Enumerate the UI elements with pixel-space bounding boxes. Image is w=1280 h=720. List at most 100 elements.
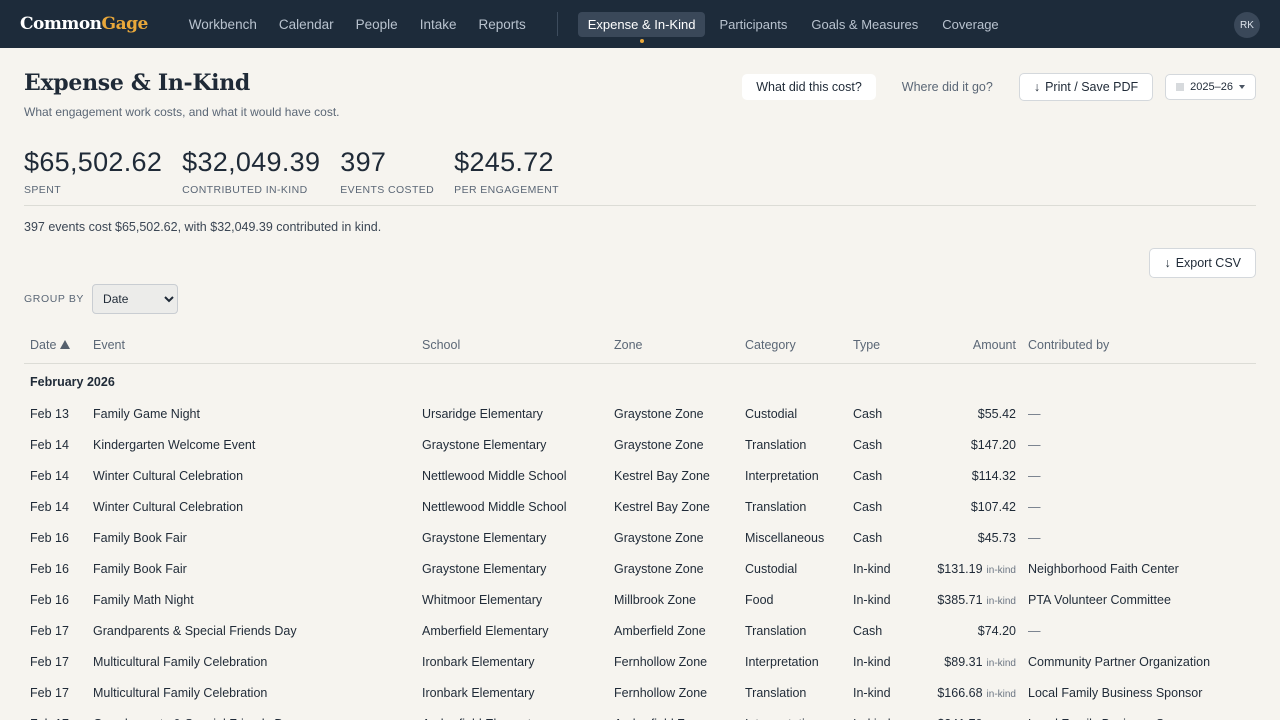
tab-goals-measures[interactable]: Goals & Measures xyxy=(801,12,928,37)
header-actions: What did this cost? Where did it go? ↓ Pr… xyxy=(742,73,1256,101)
column-school[interactable]: School xyxy=(416,328,608,364)
print-button[interactable]: ↓ Print / Save PDF xyxy=(1018,73,1154,101)
table-row[interactable]: Feb 13 Family Game Night Ursaridge Element… xyxy=(24,398,1256,429)
column-type[interactable]: Type xyxy=(847,328,913,364)
cell-category: Food xyxy=(745,592,774,607)
nav-divider xyxy=(556,12,558,36)
page-header: Expense & In-Kind What engagement work c… xyxy=(24,48,1256,148)
cell-amount: $385.71 in-kind xyxy=(913,584,1022,615)
nav-people[interactable]: People xyxy=(345,17,409,32)
nav-intake[interactable]: Intake xyxy=(409,17,468,32)
summary-text: 397 events cost $65,502.62, with $32,049… xyxy=(24,220,382,234)
page-subtitle: What engagement work costs, and what it … xyxy=(24,105,340,119)
cell-amount: $241.79in-kind xyxy=(913,708,1022,720)
table-row[interactable]: Feb 16 Family Book Fair Graystone Elementa… xyxy=(24,553,1256,584)
cell-amount: $114.32 xyxy=(913,460,1022,491)
view-where-toggle[interactable]: Where did it go? xyxy=(888,74,1007,100)
cell-type: Cash xyxy=(853,530,883,545)
nav-workbench[interactable]: Workbench xyxy=(178,17,268,32)
empty-dash: — xyxy=(1028,530,1041,545)
cell-type: In-kind xyxy=(847,708,913,720)
table-row[interactable]: Feb 17 Multicultural Family Celebration Ir… xyxy=(24,677,1256,708)
cell-category: Custodial xyxy=(745,406,798,421)
empty-dash: — xyxy=(1028,406,1041,421)
cell-event: Grandparents & Special Friends Day xyxy=(93,623,297,638)
cell-amount: $74.20 xyxy=(913,615,1022,646)
cell-school: Amberfield Elementary xyxy=(416,708,608,720)
export-csv-button[interactable]: ↓ Export CSV xyxy=(1149,248,1256,278)
stat-value: 397 xyxy=(340,147,387,177)
cell-zone: Fernhollow Zone xyxy=(614,654,708,669)
table-row[interactable]: Feb 14 Winter Cultural Celebration Nettlew… xyxy=(24,491,1256,522)
table-header-row: Date Event School Zone Category Type Amo… xyxy=(24,328,1256,364)
arrow-down-icon: ↓ xyxy=(1033,80,1041,94)
cell-zone: Graystone Zone xyxy=(614,437,704,452)
cell-type: Cash xyxy=(853,437,883,452)
tab-expense-in-kind[interactable]: Expense & In-Kind xyxy=(577,11,706,43)
cell-contributed-by: Neighborhood Faith Center xyxy=(1022,553,1256,584)
cell-amount: $55.42 xyxy=(913,398,1022,429)
arrow-down-icon: ↓ xyxy=(1164,256,1171,270)
tab-coverage[interactable]: Coverage xyxy=(932,12,1008,37)
cell-amount: $45.73 xyxy=(913,522,1022,553)
cell-date: Feb 17 xyxy=(30,623,69,638)
view-cost-toggle[interactable]: What did this cost? xyxy=(742,74,876,100)
table-row[interactable]: Feb 17Grandparents & Special Friends Day… xyxy=(24,708,1256,720)
secondary-nav: Expense & In-Kind Participants Goals & Mea… xyxy=(577,11,1009,43)
group-by-control: GROUP BY Date xyxy=(24,284,1256,314)
cell-date: Feb 13 xyxy=(30,406,69,421)
table-row[interactable]: Feb 16 Family Book Fair Graystone Elementa… xyxy=(24,522,1256,553)
column-zone[interactable]: Zone xyxy=(608,328,739,364)
stat-label: EVENTS COSTED xyxy=(340,184,435,196)
cell-category: Translation xyxy=(745,499,807,514)
page-title: Expense & In-Kind xyxy=(24,70,250,96)
cell-event: Family Book Fair xyxy=(93,561,187,576)
cell-category: Interpretation xyxy=(745,468,819,483)
cell-date: Feb 17 xyxy=(30,654,69,669)
app-logo[interactable]: CommonGage xyxy=(20,14,148,34)
cell-school: Graystone Elementary xyxy=(422,530,547,545)
cell-date: Feb 16 xyxy=(30,530,69,545)
table-row[interactable]: Feb 17 Multicultural Family Celebration Ir… xyxy=(24,646,1256,677)
cell-date: Feb 16 xyxy=(30,561,69,576)
cell-school: Nettlewood Middle School xyxy=(422,499,567,514)
cell-zone: Millbrook Zone xyxy=(614,592,696,607)
page-content: Expense & In-Kind What engagement work c… xyxy=(0,48,1280,720)
cell-amount: $147.20 xyxy=(913,429,1022,460)
table-row[interactable]: Feb 17 Grandparents & Special Friends Day… xyxy=(24,615,1256,646)
cell-date: Feb 14 xyxy=(30,468,69,483)
group-header-row: February 2026 xyxy=(24,363,1256,398)
column-event[interactable]: Event xyxy=(87,328,416,364)
column-category[interactable]: Category xyxy=(739,328,847,364)
column-date-label: Date xyxy=(30,338,57,353)
cell-category: Custodial xyxy=(745,561,798,576)
cell-event: Family Math Night xyxy=(93,592,194,607)
year-select[interactable]: 2025–26 xyxy=(1165,74,1256,100)
cell-school: Whitmoor Elementary xyxy=(422,592,543,607)
empty-dash: — xyxy=(1028,468,1041,483)
cell-type: In-kind xyxy=(853,685,891,700)
nav-reports[interactable]: Reports xyxy=(467,17,536,32)
cell-type: Cash xyxy=(853,499,883,514)
inkind-tag: in-kind xyxy=(986,595,1016,607)
nav-calendar[interactable]: Calendar xyxy=(268,17,345,32)
column-date[interactable]: Date xyxy=(24,328,87,364)
column-amount[interactable]: Amount xyxy=(913,328,1022,364)
contributor-name: Local Family Business Sponsor xyxy=(1028,717,1202,720)
user-avatar[interactable]: RK xyxy=(1234,12,1260,38)
logo-accent: Gage xyxy=(101,14,149,34)
cell-contributed-by: — xyxy=(1022,491,1256,522)
table-row[interactable]: Feb 14 Winter Cultural Celebration Nettlew… xyxy=(24,460,1256,491)
stats-bar: $65,502.62 SPENT $32,049.39 CONTRIBUTED IN-… xyxy=(24,148,1256,206)
expense-table: Date Event School Zone Category Type Amo… xyxy=(24,328,1256,720)
cell-contributed-by: Local Family Business Sponsor xyxy=(1022,677,1256,708)
table-row[interactable]: Feb 16 Family Math Night Whitmoor Elementa… xyxy=(24,584,1256,615)
column-contributed-by[interactable]: Contributed by xyxy=(1022,328,1256,364)
stat-label: PER ENGAGEMENT xyxy=(454,184,559,196)
cell-date: Feb 14 xyxy=(30,499,69,514)
tab-participants[interactable]: Participants xyxy=(709,12,797,37)
cell-zone: Graystone Zone xyxy=(614,406,704,421)
group-by-label: GROUP BY xyxy=(24,293,85,305)
table-row[interactable]: Feb 14 Kindergarten Welcome Event Grayston… xyxy=(24,429,1256,460)
group-by-select[interactable]: Date xyxy=(92,284,179,314)
